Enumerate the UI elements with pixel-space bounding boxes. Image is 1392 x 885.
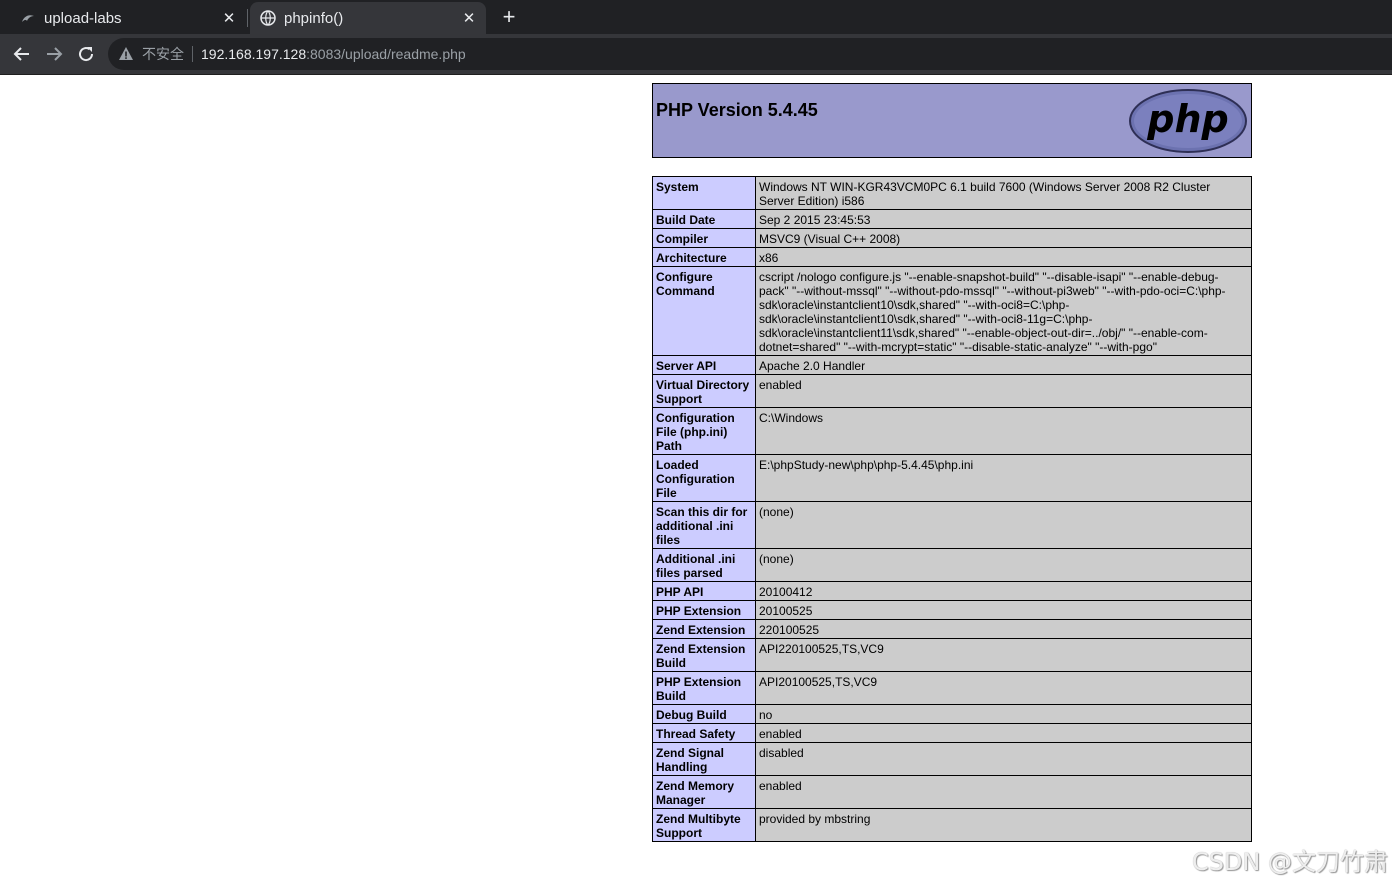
table-row: Zend Signal Handling disabled (652, 742, 1252, 776)
tab-strip: upload-labs ✕ phpinfo() ✕ + (0, 0, 1392, 34)
row-value: (none) (755, 548, 1252, 582)
arrow-left-icon (13, 47, 29, 61)
row-key: Configure Command (652, 266, 756, 356)
tab-phpinfo[interactable]: phpinfo() ✕ (250, 2, 486, 34)
row-key: Zend Signal Handling (652, 742, 756, 776)
row-value: disabled (755, 742, 1252, 776)
row-key: Virtual Directory Support (652, 374, 756, 408)
php-logo-text: php (1146, 97, 1228, 141)
row-value: no (755, 704, 1252, 724)
table-row: Zend Memory Manager enabled (652, 775, 1252, 809)
table-row: Additional .ini files parsed (none) (652, 548, 1252, 582)
table-row: PHP Extension Build API20100525,TS,VC9 (652, 671, 1252, 705)
row-value: 20100525 (755, 600, 1252, 620)
row-key: Thread Safety (652, 723, 756, 743)
row-value: 20100412 (755, 581, 1252, 601)
table-row: Compiler MSVC9 (Visual C++ 2008) (652, 228, 1252, 248)
tab-title: phpinfo() (284, 9, 344, 27)
row-key: Build Date (652, 209, 756, 229)
row-value: cscript /nologo configure.js "--enable-s… (755, 266, 1252, 356)
row-key: Compiler (652, 228, 756, 248)
row-value: provided by mbstring (755, 808, 1252, 842)
browser-toolbar: 不安全 192.168.197.128 :8083/upload/readme.… (0, 34, 1392, 75)
table-row: Virtual Directory Support enabled (652, 374, 1252, 408)
globe-icon (260, 10, 276, 26)
row-key: Zend Multibyte Support (652, 808, 756, 842)
table-row: PHP Extension 20100525 (652, 600, 1252, 620)
table-row: Zend Extension 220100525 (652, 619, 1252, 639)
watermark: CSDN @文刀竹肃 (1191, 848, 1388, 876)
row-value: (none) (755, 501, 1252, 549)
table-row: PHP API 20100412 (652, 581, 1252, 601)
table-row: Loaded Configuration File E:\phpStudy-new… (652, 454, 1252, 502)
new-tab-button[interactable]: + (497, 4, 521, 29)
phpinfo-table: System Windows NT WIN-KGR43VCM0PC 6.1 bui… (652, 176, 1252, 842)
row-key: Server API (652, 355, 756, 375)
table-row: Debug Build no (652, 704, 1252, 724)
close-icon[interactable]: ✕ (458, 7, 480, 29)
table-row: Configuration File (php.ini) Path C:\Wind… (652, 407, 1252, 455)
table-row: Zend Extension Build API220100525,TS,VC9 (652, 638, 1252, 672)
reload-icon (79, 47, 94, 62)
phpinfo-header: PHP Version 5.4.45 php (652, 83, 1252, 158)
row-value: enabled (755, 723, 1252, 743)
row-key: Additional .ini files parsed (652, 548, 756, 582)
row-value: enabled (755, 775, 1252, 809)
address-divider (192, 46, 193, 62)
row-key: System (652, 176, 756, 210)
security-label[interactable]: 不安全 (142, 44, 184, 64)
row-value: API220100525,TS,VC9 (755, 638, 1252, 672)
row-value: Windows NT WIN-KGR43VCM0PC 6.1 build 760… (755, 176, 1252, 210)
row-key: Architecture (652, 247, 756, 267)
php-logo[interactable]: php (1128, 88, 1248, 159)
table-row: Zend Multibyte Support provided by mbstri… (652, 808, 1252, 842)
address-bar[interactable]: 不安全 192.168.197.128 :8083/upload/readme.… (108, 38, 1392, 70)
row-value: API20100525,TS,VC9 (755, 671, 1252, 705)
row-key: Configuration File (php.ini) Path (652, 407, 756, 455)
row-key: Zend Extension Build (652, 638, 756, 672)
tab-title: upload-labs (44, 9, 122, 27)
reload-button[interactable] (74, 42, 98, 66)
page-title: PHP Version 5.4.45 (656, 100, 818, 120)
row-key: Scan this dir for additional .ini files (652, 501, 756, 549)
arrow-right-icon (47, 47, 63, 61)
row-key: PHP API (652, 581, 756, 601)
row-value: Apache 2.0 Handler (755, 355, 1252, 375)
row-key: Loaded Configuration File (652, 454, 756, 502)
table-row: Configure Command cscript /nologo configu… (652, 266, 1252, 356)
close-icon[interactable]: ✕ (218, 7, 240, 29)
page-content: PHP Version 5.4.45 php System Windows NT … (0, 75, 1392, 885)
table-row: Thread Safety enabled (652, 723, 1252, 743)
row-key: PHP Extension Build (652, 671, 756, 705)
table-row: System Windows NT WIN-KGR43VCM0PC 6.1 bui… (652, 176, 1252, 210)
tab-separator (247, 9, 248, 27)
row-value: E:\phpStudy-new\php\php-5.4.45\php.ini (755, 454, 1252, 502)
row-key: Zend Memory Manager (652, 775, 756, 809)
row-value: 220100525 (755, 619, 1252, 639)
row-value: MSVC9 (Visual C++ 2008) (755, 228, 1252, 248)
row-key: PHP Extension (652, 600, 756, 620)
table-row: Architecture x86 (652, 247, 1252, 267)
warning-icon[interactable] (118, 46, 134, 62)
forward-button[interactable] (42, 42, 66, 66)
url-path: :8083/upload/readme.php (306, 46, 466, 62)
row-key: Zend Extension (652, 619, 756, 639)
table-row: Build Date Sep 2 2015 23:45:53 (652, 209, 1252, 229)
row-value: C:\Windows (755, 407, 1252, 455)
row-value: Sep 2 2015 23:45:53 (755, 209, 1252, 229)
url-host: 192.168.197.128 (201, 46, 307, 62)
row-value: x86 (755, 247, 1252, 267)
table-row: Server API Apache 2.0 Handler (652, 355, 1252, 375)
row-value: enabled (755, 374, 1252, 408)
back-button[interactable] (10, 42, 34, 66)
kali-dragon-icon (20, 10, 36, 26)
tab-upload-labs[interactable]: upload-labs ✕ (0, 2, 246, 34)
table-row: Scan this dir for additional .ini files(… (652, 501, 1252, 549)
row-key: Debug Build (652, 704, 756, 724)
